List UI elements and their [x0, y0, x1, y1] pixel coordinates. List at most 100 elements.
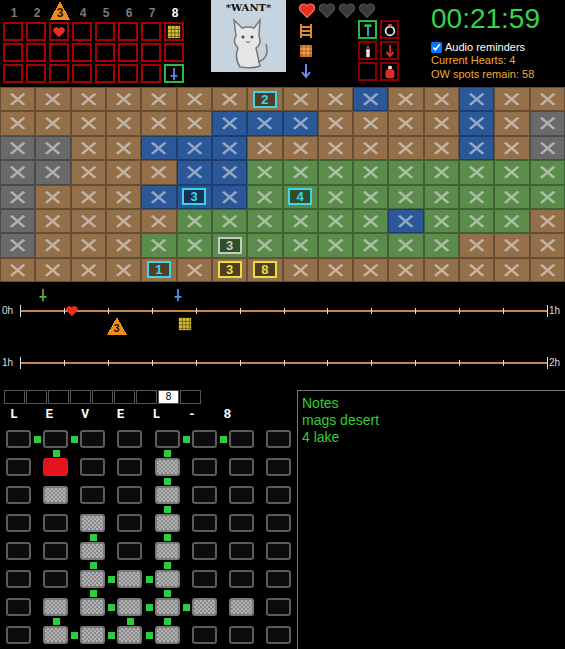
map-cell[interactable]: [388, 87, 423, 111]
level-number[interactable]: 5: [96, 1, 116, 20]
map-cell[interactable]: [353, 160, 388, 184]
map-cell[interactable]: [318, 87, 353, 111]
room[interactable]: [80, 486, 105, 504]
room[interactable]: [117, 598, 142, 616]
room[interactable]: [117, 430, 142, 448]
room[interactable]: [117, 458, 142, 476]
door[interactable]: [164, 590, 171, 597]
map-cell[interactable]: [530, 87, 565, 111]
room[interactable]: [80, 430, 105, 448]
door[interactable]: [146, 576, 153, 583]
map-cell[interactable]: [530, 233, 565, 257]
map-label[interactable]: 2: [253, 91, 277, 108]
room[interactable]: [43, 458, 68, 476]
item-slot[interactable]: [164, 43, 184, 62]
item-slot[interactable]: [26, 22, 46, 41]
room[interactable]: [43, 514, 68, 532]
room[interactable]: [117, 542, 142, 560]
map-cell[interactable]: [530, 160, 565, 184]
door[interactable]: [220, 436, 227, 443]
timeline-event[interactable]: [178, 317, 192, 331]
door[interactable]: [90, 590, 97, 597]
room[interactable]: [6, 486, 31, 504]
map-cell[interactable]: [283, 160, 318, 184]
level-number[interactable]: 1: [4, 1, 24, 20]
map-cell[interactable]: [212, 185, 247, 209]
room[interactable]: [192, 626, 217, 644]
room[interactable]: [117, 514, 142, 532]
map-cell[interactable]: [212, 209, 247, 233]
room[interactable]: [80, 570, 105, 588]
map-cell[interactable]: [141, 87, 176, 111]
door[interactable]: [108, 576, 115, 583]
room[interactable]: [155, 570, 180, 588]
map-cell[interactable]: [247, 185, 282, 209]
dungeon-tab[interactable]: [26, 390, 47, 404]
room[interactable]: [43, 486, 68, 504]
item-slot[interactable]: [141, 43, 161, 62]
room[interactable]: [192, 598, 217, 616]
map-cell[interactable]: [388, 160, 423, 184]
map-cell[interactable]: [424, 87, 459, 111]
level-number[interactable]: 4: [73, 1, 93, 20]
map-cell[interactable]: [353, 185, 388, 209]
room[interactable]: [266, 542, 291, 560]
dungeon-tab[interactable]: [92, 390, 113, 404]
item-slot[interactable]: [141, 64, 161, 83]
audio-reminders[interactable]: Audio reminders: [431, 41, 559, 53]
map-cell[interactable]: [424, 160, 459, 184]
dungeon-tab[interactable]: [48, 390, 69, 404]
map-cell[interactable]: [177, 87, 212, 111]
room[interactable]: [266, 458, 291, 476]
room[interactable]: [229, 458, 254, 476]
map-cell[interactable]: 3: [177, 185, 212, 209]
map-cell[interactable]: [530, 136, 565, 160]
dungeon-tab[interactable]: [4, 390, 25, 404]
dungeon-tab[interactable]: [180, 390, 201, 404]
door[interactable]: [53, 450, 60, 457]
door[interactable]: [108, 632, 115, 639]
map-cell[interactable]: [177, 111, 212, 135]
dungeon-tab[interactable]: 8: [158, 390, 179, 404]
item-slot[interactable]: [72, 43, 92, 62]
door[interactable]: [71, 632, 78, 639]
map-cell[interactable]: [106, 233, 141, 257]
map-cell[interactable]: [494, 87, 529, 111]
level-number[interactable]: 6: [119, 1, 139, 20]
map-cell[interactable]: [247, 136, 282, 160]
item-slot[interactable]: [3, 43, 23, 62]
item-slot[interactable]: [49, 22, 69, 41]
room[interactable]: [43, 430, 68, 448]
map-cell[interactable]: [283, 258, 318, 282]
room[interactable]: [229, 626, 254, 644]
item-slot[interactable]: [118, 64, 138, 83]
map-cell[interactable]: [424, 209, 459, 233]
map-cell[interactable]: [424, 233, 459, 257]
map-cell[interactable]: [71, 111, 106, 135]
map-cell[interactable]: [71, 185, 106, 209]
room[interactable]: [6, 542, 31, 560]
map-cell[interactable]: [530, 111, 565, 135]
map-cell[interactable]: [388, 136, 423, 160]
door[interactable]: [108, 604, 115, 611]
timeline-event[interactable]: [171, 288, 185, 302]
map-cell[interactable]: [459, 160, 494, 184]
map-cell[interactable]: [459, 136, 494, 160]
room[interactable]: [155, 542, 180, 560]
map-cell[interactable]: [71, 136, 106, 160]
item-slot[interactable]: [72, 22, 92, 41]
map-cell[interactable]: [318, 209, 353, 233]
room[interactable]: [192, 430, 217, 448]
door[interactable]: [183, 436, 190, 443]
map-cell[interactable]: [141, 136, 176, 160]
door[interactable]: [90, 534, 97, 541]
map-cell[interactable]: [0, 233, 35, 257]
map-cell[interactable]: [141, 209, 176, 233]
map-cell[interactable]: [35, 209, 70, 233]
map-cell[interactable]: [35, 160, 70, 184]
map-cell[interactable]: [106, 160, 141, 184]
room[interactable]: [80, 458, 105, 476]
door[interactable]: [164, 534, 171, 541]
room[interactable]: [192, 486, 217, 504]
map-cell[interactable]: 2: [247, 87, 282, 111]
